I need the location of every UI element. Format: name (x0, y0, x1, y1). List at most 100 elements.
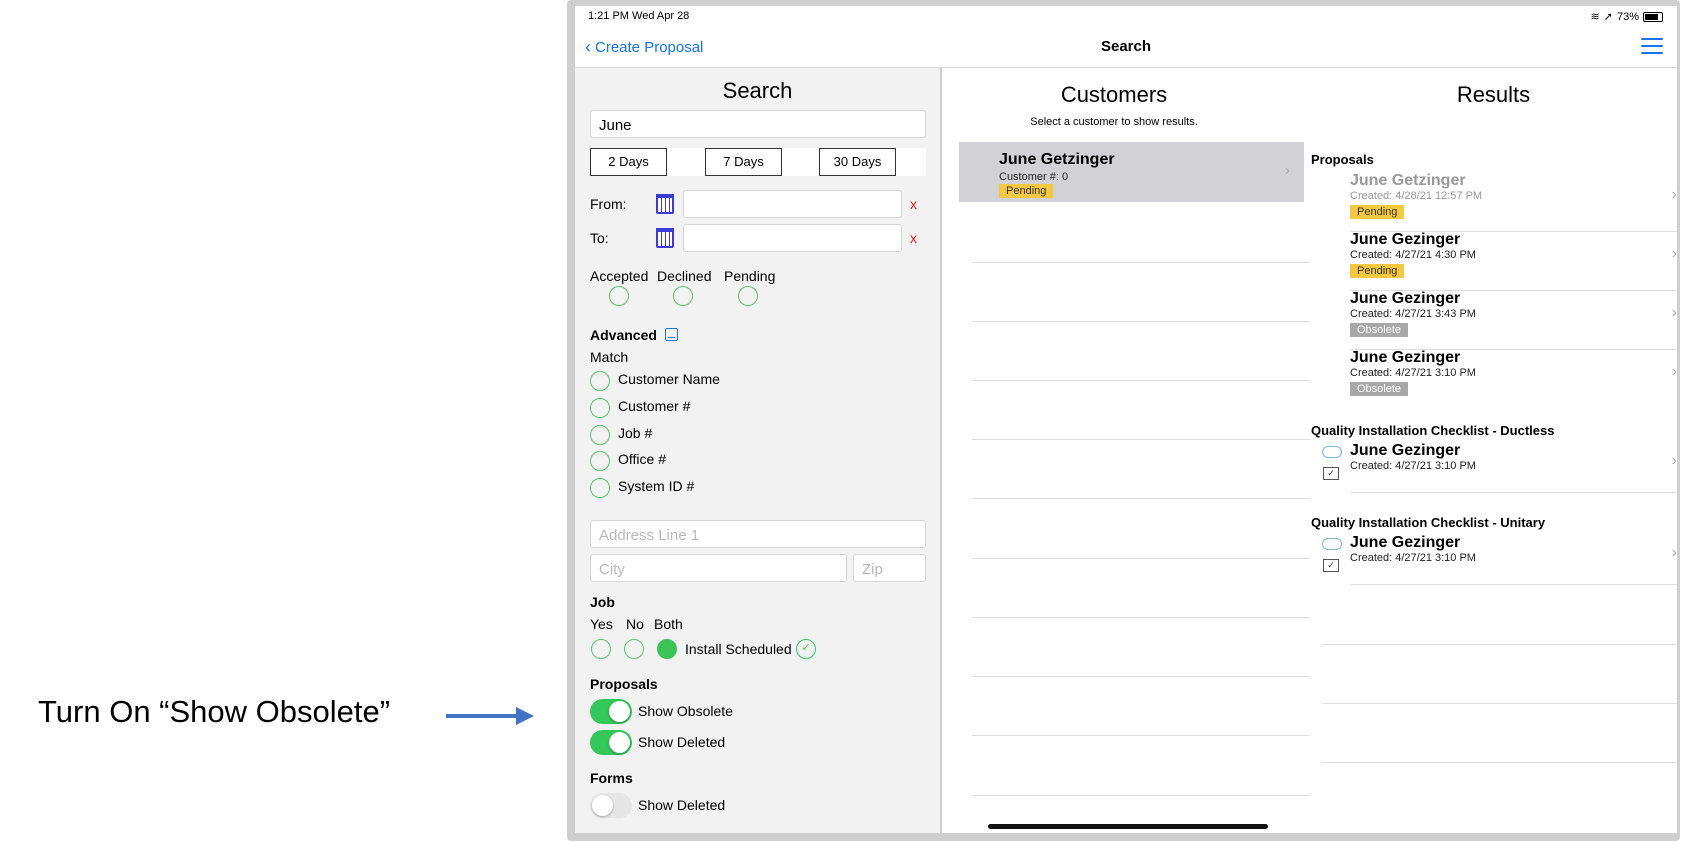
match-radio-job-number[interactable] (590, 425, 610, 445)
job-yes-radio[interactable] (591, 639, 611, 659)
calendar-icon[interactable] (656, 194, 674, 214)
declined-label: Declined (657, 268, 712, 284)
job-no-radio[interactable] (624, 639, 644, 659)
to-label: To: (590, 230, 609, 246)
search-input[interactable]: June (590, 110, 926, 138)
job-no-label: No (626, 616, 644, 632)
status-right: ≋ ➚ 73% (1591, 10, 1663, 23)
proposal-row[interactable]: June Gezinger Created: 4/27/21 3:10 PM O… (1350, 349, 1677, 407)
from-label: From: (590, 196, 627, 212)
customer-row[interactable]: June Getzinger Customer #: 0 Pending › (959, 142, 1304, 202)
thirty-days-button[interactable]: 30 Days (819, 148, 896, 176)
annotation-arrow-icon (446, 707, 534, 725)
clear-to-icon[interactable]: x (910, 230, 917, 246)
proposal-created: Created: 4/27/21 3:43 PM (1350, 308, 1476, 320)
status-badge: Pending (1350, 205, 1405, 219)
ipad-screen: 1:21 PM Wed Apr 28 ≋ ➚ 73% ‹ Create Prop… (575, 6, 1677, 833)
address-line-input[interactable]: Address Line 1 (590, 520, 926, 548)
proposal-name: June Gezinger (1350, 290, 1461, 307)
accepted-radio[interactable] (609, 286, 629, 306)
seven-days-button[interactable]: 7 Days (705, 148, 782, 176)
job-both-label: Both (654, 616, 683, 632)
declined-radio[interactable] (673, 286, 693, 306)
customer-name: June Getzinger (999, 151, 1115, 168)
match-option-label: Customer # (618, 398, 691, 414)
checklist-icon: ✓ (1323, 467, 1339, 480)
proposal-created: Created: 4/28/21 12:57 PM (1350, 190, 1483, 202)
proposals-section-title: Proposals (1311, 152, 1374, 167)
divider (972, 439, 1310, 440)
job-both-radio[interactable] (657, 639, 677, 659)
proposal-created: Created: 4/27/21 4:30 PM (1350, 249, 1476, 261)
match-radio-office-number[interactable] (590, 451, 610, 471)
job-label: Job (590, 594, 615, 610)
divider (1322, 644, 1677, 645)
match-option-label: System ID # (618, 478, 695, 494)
annotation-text: Turn On “Show Obsolete” (38, 694, 391, 729)
show-deleted-toggle[interactable] (590, 730, 632, 755)
chevron-right-icon: › (1671, 363, 1677, 380)
cloud-check-icon (1322, 446, 1342, 458)
checklist-row[interactable]: June Gezinger Created: 4/27/21 3:10 PM › (1350, 442, 1677, 492)
battery-percent: 73% (1616, 10, 1639, 23)
checklist-row[interactable]: June Gezinger Created: 4/27/21 3:10 PM › (1350, 534, 1677, 584)
status-badge: Obsolete (1350, 382, 1409, 396)
match-label: Match (590, 349, 629, 365)
location-icon: ➚ (1603, 11, 1613, 23)
divider (972, 498, 1310, 499)
status-bar: 1:21 PM Wed Apr 28 ≋ ➚ 73% (575, 6, 1677, 28)
advanced-label: Advanced (590, 327, 657, 343)
install-scheduled-label: Install Scheduled (685, 641, 792, 657)
chevron-right-icon: › (1284, 162, 1290, 179)
nav-bar: ‹ Create Proposal Search (575, 28, 1677, 68)
proposal-created: Created: 4/27/21 3:10 PM (1350, 367, 1476, 379)
proposal-name: June Gezinger (1350, 231, 1461, 248)
chevron-right-icon: › (1671, 544, 1677, 561)
cloud-check-icon (1322, 538, 1342, 550)
show-deleted-label: Show Deleted (638, 734, 726, 750)
match-option-label: Customer Name (618, 371, 720, 387)
forms-show-deleted-toggle[interactable] (590, 793, 632, 818)
zip-input[interactable]: Zip (853, 554, 926, 582)
divider (972, 617, 1310, 618)
calendar-icon[interactable] (656, 228, 674, 248)
clear-from-icon[interactable]: x (910, 196, 917, 212)
proposals-label: Proposals (590, 676, 658, 692)
proposal-row[interactable]: June Gezinger Created: 4/27/21 4:30 PM P… (1350, 231, 1677, 289)
from-date-field[interactable] (683, 190, 902, 218)
divider (972, 676, 1310, 677)
to-date-field[interactable] (683, 224, 902, 252)
forms-show-deleted-label: Show Deleted (638, 797, 726, 813)
divider (1350, 492, 1677, 493)
status-badge: Pending (1350, 264, 1405, 278)
show-obsolete-toggle[interactable] (590, 699, 632, 724)
search-panel-title: Search (722, 78, 793, 103)
divider (972, 262, 1310, 263)
match-radio-customer-number[interactable] (590, 398, 610, 418)
city-input[interactable]: City (590, 554, 847, 582)
divider (1322, 703, 1677, 704)
ductless-section-title: Quality Installation Checklist - Ductles… (1311, 423, 1555, 438)
thumbs-up-icon[interactable]: ✓ (796, 639, 816, 659)
unitary-section-title: Quality Installation Checklist - Unitary (1311, 515, 1546, 530)
two-days-button[interactable]: 2 Days (590, 148, 667, 176)
checklist-name: June Gezinger (1350, 534, 1461, 551)
search-panel: Search June 2 Days 7 Days 30 Days From: … (575, 68, 942, 833)
divider (972, 795, 1310, 796)
divider (972, 735, 1310, 736)
status-badge: Pending (999, 184, 1054, 198)
proposal-name: June Gezinger (1350, 349, 1461, 366)
pending-radio[interactable] (738, 286, 758, 306)
proposal-name: June Getzinger (1350, 172, 1466, 189)
chevron-right-icon: › (1671, 186, 1677, 203)
checklist-created: Created: 4/27/21 3:10 PM (1350, 460, 1476, 472)
proposal-row[interactable]: June Gezinger Created: 4/27/21 3:43 PM O… (1350, 290, 1677, 348)
hamburger-menu-icon[interactable] (1641, 38, 1663, 56)
match-radio-system-id[interactable] (590, 478, 610, 498)
divider (972, 558, 1310, 559)
checklist-name: June Gezinger (1350, 442, 1461, 459)
match-radio-customer-name[interactable] (590, 371, 610, 391)
home-indicator (988, 824, 1268, 829)
proposal-row[interactable]: June Getzinger Created: 4/28/21 12:57 PM… (1350, 172, 1677, 230)
advanced-toggle-icon[interactable] (665, 328, 678, 341)
